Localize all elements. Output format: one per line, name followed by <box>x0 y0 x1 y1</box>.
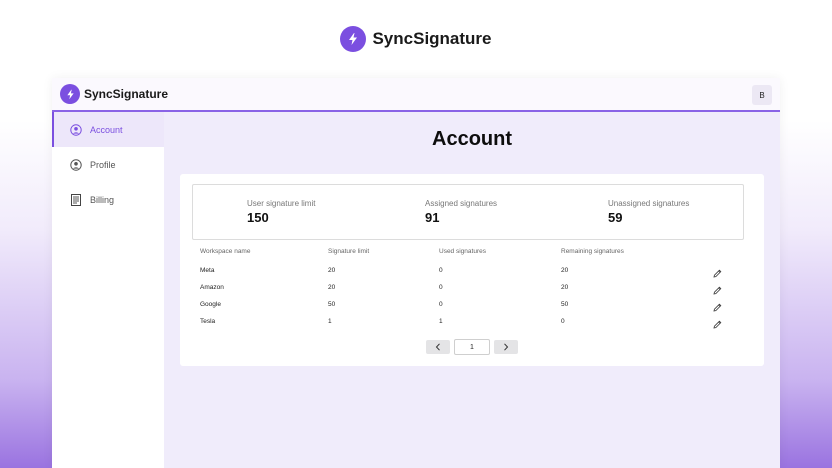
header-brand-name: SyncSignature <box>84 87 169 101</box>
avatar[interactable]: B <box>752 85 772 105</box>
sidebar-item-label: Billing <box>90 194 115 205</box>
table-row: Meta 20 0 20 <box>200 263 748 280</box>
sidebar-item-label: Account <box>90 124 123 135</box>
sidebar-item-billing[interactable]: Billing <box>52 182 164 217</box>
table-header-row: Workspace name Signature limit Used sign… <box>200 244 748 261</box>
edit-pencil-icon[interactable] <box>713 282 722 295</box>
table-cell: 1 <box>328 318 332 325</box>
column-header: Workspace name <box>200 248 251 255</box>
stat-value: 150 <box>247 210 269 225</box>
table-cell: 0 <box>439 267 443 274</box>
column-header: Remaining signatures <box>561 248 624 255</box>
table-cell: Meta <box>200 267 215 274</box>
edit-pencil-icon[interactable] <box>713 299 722 312</box>
table-cell: 0 <box>439 301 443 308</box>
sidebar-item-profile[interactable]: Profile <box>52 147 164 182</box>
stats-panel: User signature limit 150 Assigned signat… <box>192 184 744 240</box>
column-header: Used signatures <box>439 248 486 255</box>
stat-label: User signature limit <box>247 199 316 208</box>
page-title: Account <box>432 128 512 150</box>
user-circle-icon <box>70 158 82 171</box>
stat-unassigned-signatures: Unassigned signatures 59 <box>608 199 689 225</box>
app-header: SyncSignature B <box>52 78 780 112</box>
edit-pencil-icon[interactable] <box>713 316 722 329</box>
table-cell: Amazon <box>200 284 224 291</box>
table-cell: 20 <box>561 267 569 274</box>
stat-label: Assigned signatures <box>425 199 498 208</box>
account-card: User signature limit 150 Assigned signat… <box>180 174 764 366</box>
main-content: Account User signature limit 150 Assigne… <box>164 112 780 468</box>
sidebar-item-account[interactable]: Account <box>52 112 164 147</box>
top-brand: SyncSignature <box>0 26 832 52</box>
receipt-icon <box>70 193 82 206</box>
user-circle-icon <box>70 123 82 136</box>
table-cell: Tesla <box>200 318 216 325</box>
bolt-logo-icon <box>60 84 80 104</box>
edit-pencil-icon[interactable] <box>713 265 722 278</box>
table-cell: 20 <box>328 267 336 274</box>
table-cell: 50 <box>328 301 336 308</box>
stat-value: 59 <box>608 210 623 225</box>
next-page-button[interactable] <box>494 340 518 354</box>
app-window: SyncSignature B Account Profile Billing … <box>52 78 780 468</box>
pagination <box>426 339 518 355</box>
prev-page-button[interactable] <box>426 340 450 354</box>
chevron-left-icon <box>435 343 440 351</box>
stat-assigned-signatures: Assigned signatures 91 <box>425 199 497 225</box>
stat-value: 91 <box>425 210 440 225</box>
bolt-logo-icon <box>340 26 367 52</box>
table-cell: 0 <box>561 318 565 325</box>
table-row: Tesla 1 1 0 <box>200 314 748 331</box>
table-row: Amazon 20 0 20 <box>200 280 748 297</box>
brand-name: SyncSignature <box>372 29 492 48</box>
sidebar: Account Profile Billing <box>52 112 164 468</box>
table-row: Google 50 0 50 <box>200 297 748 314</box>
column-header: Signature limit <box>328 248 370 255</box>
table-cell: 1 <box>439 318 443 325</box>
table-cell: 20 <box>328 284 336 291</box>
table-cell: 20 <box>561 284 569 291</box>
table-cell: 50 <box>561 301 569 308</box>
stat-user-signature-limit: User signature limit 150 <box>247 199 315 225</box>
stat-label: Unassigned signatures <box>608 199 690 208</box>
chevron-right-icon <box>504 343 509 351</box>
page-number-input[interactable] <box>454 339 490 355</box>
table-cell: Google <box>200 301 221 308</box>
sidebar-item-label: Profile <box>90 159 116 170</box>
table-cell: 0 <box>439 284 443 291</box>
